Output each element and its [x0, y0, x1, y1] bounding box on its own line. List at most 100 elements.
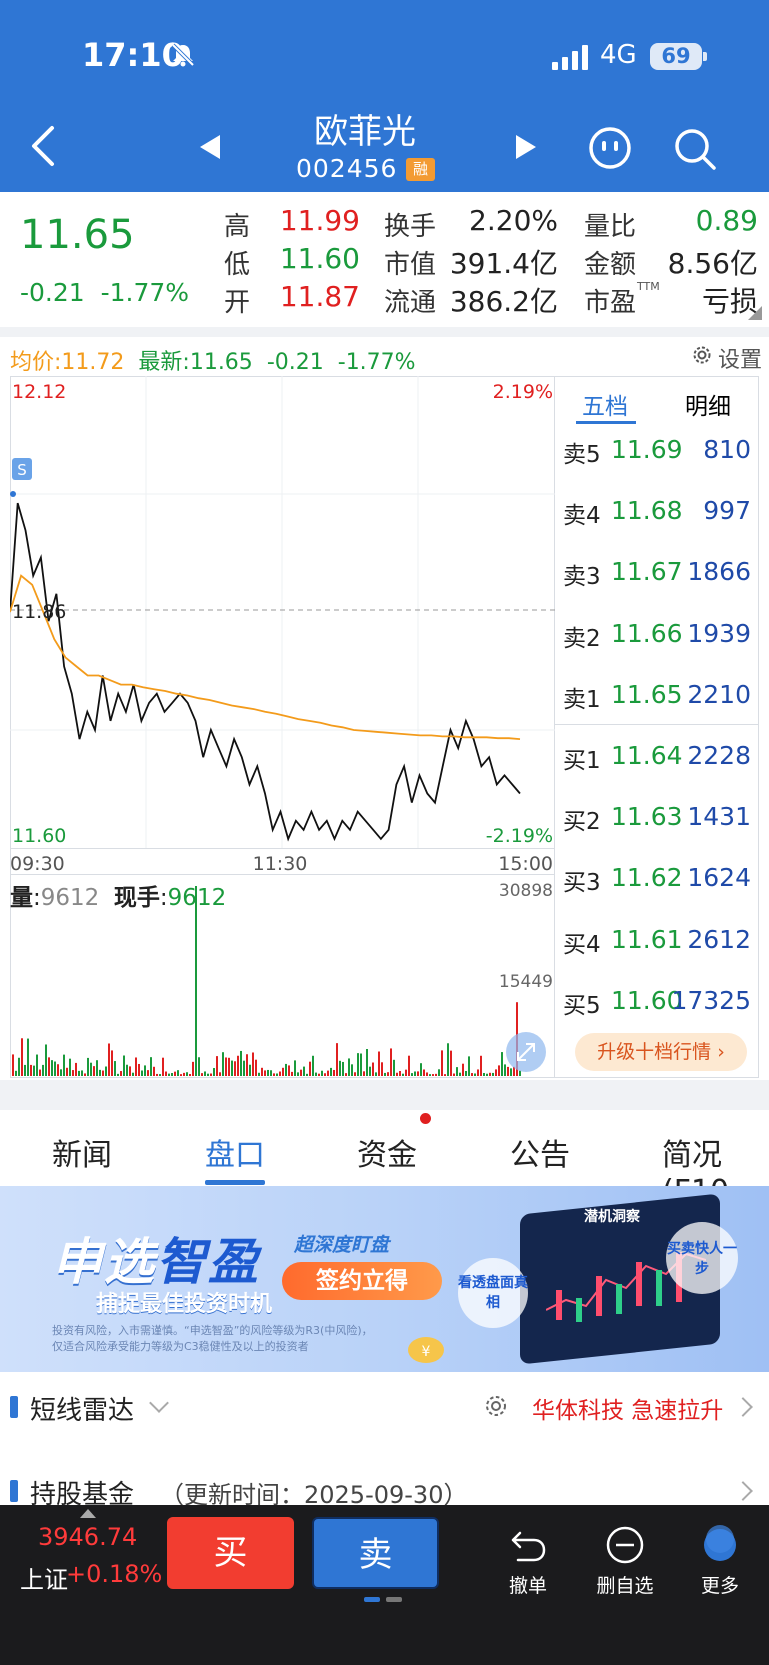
bid-row[interactable]: 买2 11.63 1431 — [555, 796, 759, 836]
volume-bar — [117, 1073, 119, 1076]
volume-bar — [318, 1073, 320, 1076]
level-label: 卖5 — [563, 442, 601, 468]
cancel-order-button[interactable]: 撤单 — [488, 1525, 568, 1605]
remove-favorite-button[interactable]: 删自选 — [585, 1525, 665, 1605]
radar-title: 短线雷达 — [30, 1396, 135, 1426]
network-type: 4G — [600, 40, 637, 70]
volume-bar — [438, 1069, 440, 1076]
chevron-right-icon[interactable] — [733, 1481, 753, 1501]
tab-news[interactable]: 新闻 — [52, 1130, 112, 1174]
level-volume: 17325 — [671, 985, 751, 1015]
intraday-chart[interactable]: 12.12 11.86 11.60 2.19% -2.19% S 09:30 1… — [10, 376, 555, 1078]
volume-bar — [327, 1070, 329, 1076]
volume-bar — [489, 1072, 491, 1076]
tab-capital[interactable]: 资金 — [357, 1130, 417, 1174]
index-value[interactable]: 3946.74 — [38, 1523, 137, 1551]
volume-bar — [201, 1073, 203, 1076]
chevron-right-icon[interactable] — [733, 1397, 753, 1417]
prev-stock-button[interactable] — [200, 135, 220, 159]
volume-bar — [306, 1073, 308, 1076]
expand-up-icon[interactable] — [80, 1509, 96, 1518]
fund-holdings-row[interactable]: 持股基金 （更新时间：2025-09-30） — [0, 1442, 769, 1510]
search-icon[interactable] — [672, 126, 718, 172]
volume-bar — [174, 1071, 176, 1076]
volume-bar — [75, 1062, 77, 1076]
bid-row[interactable]: 买3 11.62 1624 — [555, 857, 759, 897]
volume-bar — [222, 1052, 224, 1076]
volume-bar — [27, 1038, 29, 1076]
volume-bar — [147, 1070, 149, 1076]
turnover-label: 换手 — [384, 212, 437, 242]
next-stock-button[interactable] — [516, 135, 536, 159]
tab-detail[interactable]: 明细 — [685, 387, 731, 421]
volume-bar — [159, 1074, 161, 1076]
ask-row[interactable]: 卖3 11.67 1866 — [555, 551, 759, 591]
banner-tag: 超深度盯盘 — [294, 1234, 390, 1256]
volume-bar — [168, 1073, 170, 1076]
gear-icon[interactable] — [482, 1392, 510, 1420]
order-book-tabs: 五档 明细 — [555, 377, 759, 425]
sell-button[interactable]: 卖 — [312, 1517, 439, 1589]
volume-bar — [189, 1074, 191, 1076]
volume-bar — [72, 1070, 74, 1076]
volume-bar — [180, 1074, 182, 1076]
bid-row[interactable]: 买1 11.64 2228 — [555, 735, 759, 775]
ask-row[interactable]: 卖2 11.66 1939 — [555, 613, 759, 653]
index-change[interactable]: +0.18% — [66, 1560, 162, 1588]
volume-bar — [369, 1066, 371, 1076]
settings-link[interactable]: 设置 — [718, 342, 762, 374]
ask-row[interactable]: 卖1 11.65 2210 — [555, 674, 759, 714]
volume-bar — [132, 1072, 134, 1076]
volume-value: 9612 — [40, 885, 100, 911]
price-change: -0.21 -1.77% — [20, 278, 189, 307]
tab-announcement[interactable]: 公告 — [510, 1130, 570, 1174]
volume-bar — [99, 1069, 101, 1076]
volume-bar — [432, 1074, 434, 1076]
tab-five-level[interactable]: 五档 — [582, 387, 628, 421]
level-volume: 2228 — [687, 741, 751, 770]
level-volume: 1431 — [687, 802, 751, 832]
banner-sign-button[interactable]: 签约立得 — [282, 1262, 442, 1300]
battery-tip — [703, 52, 707, 61]
chevron-down-icon[interactable] — [149, 1393, 169, 1413]
volume-line: 量:9612 现手:9612 — [10, 885, 227, 911]
volume-bar — [237, 1055, 239, 1076]
volume-bar — [120, 1071, 122, 1076]
ask-row[interactable]: 卖4 11.68 997 — [555, 490, 759, 530]
undo-icon — [511, 1531, 546, 1562]
signal-marker-label: S — [17, 461, 27, 479]
level-price: 11.61 — [611, 924, 683, 954]
back-arrow-icon[interactable] — [28, 124, 58, 168]
index-name[interactable]: 上证 — [20, 1560, 68, 1595]
volume-bar — [186, 1072, 188, 1076]
upgrade-ten-level-button[interactable]: 升级十档行情 › — [575, 1033, 747, 1071]
volume-mid-label: 15449 — [499, 972, 553, 992]
volume-bar — [18, 1057, 20, 1076]
section-bar — [10, 1396, 18, 1418]
level-label: 卖3 — [563, 564, 601, 591]
volume-bar — [267, 1069, 269, 1076]
volume-bar — [243, 1060, 245, 1076]
banner-title: 申选智盈 — [52, 1222, 260, 1294]
stock-name: 欧菲光 — [314, 112, 416, 152]
section-divider — [0, 1080, 769, 1110]
volume-bar — [150, 1057, 152, 1076]
bid-row[interactable]: 买4 11.61 2612 — [555, 919, 759, 959]
volume-bar — [351, 1064, 353, 1076]
bid-row[interactable]: 买5 11.60 17325 — [555, 980, 759, 1020]
expand-corner-icon[interactable] — [748, 306, 762, 320]
bottom-action-bar: 3946.74 上证 +0.18% 买 卖 撤单 删自选 更多 — [0, 1505, 769, 1665]
volume-bar — [384, 1072, 386, 1076]
tab-orderbook[interactable]: 盘口 — [205, 1130, 265, 1174]
banner-bubble-1: 看透盘面真相 — [458, 1258, 528, 1328]
gear-icon[interactable] — [690, 343, 714, 367]
open-label: 开 — [224, 288, 251, 318]
service-face-icon[interactable] — [588, 126, 632, 170]
ask-row[interactable]: 卖5 11.69 810 — [555, 429, 759, 469]
volume-bar — [459, 1072, 461, 1076]
level-volume: 1624 — [687, 863, 751, 893]
buy-button[interactable]: 买 — [167, 1517, 294, 1589]
promo-banner[interactable]: 潜机洞察 申选智盈 捕捉最佳投资时机 超深度盯盘 签约立得 投资有风险，入市需谨… — [0, 1186, 769, 1372]
more-button[interactable]: 更多 — [680, 1525, 760, 1605]
radar-alert[interactable]: 华体科技 急速拉升 — [532, 1391, 723, 1425]
